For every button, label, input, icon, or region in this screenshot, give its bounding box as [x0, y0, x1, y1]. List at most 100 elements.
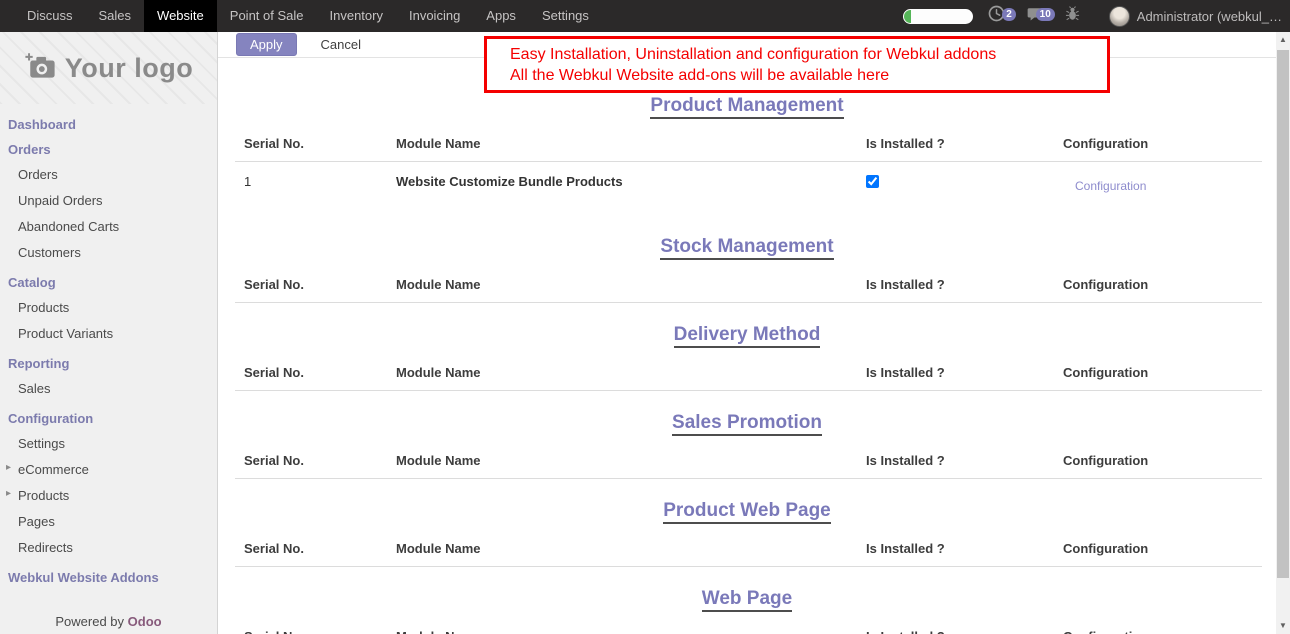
- table-header-row: Serial No. Module Name Is Installed ? Co…: [244, 277, 1262, 292]
- sidebar-item-products[interactable]: ▸Products: [0, 483, 217, 509]
- sidebar-item-products[interactable]: Products: [0, 295, 217, 321]
- chevron-right-icon: ▸: [6, 462, 11, 473]
- logo-text: Your logo: [65, 53, 193, 84]
- sidebar-label: eCommerce: [18, 462, 89, 477]
- col-header-configuration: Configuration: [1063, 541, 1262, 556]
- activities-button[interactable]: 2: [988, 7, 1006, 25]
- topbar-item-settings[interactable]: Settings: [529, 0, 602, 32]
- section-product-web-page: Product Web Page Serial No. Module Name …: [218, 499, 1276, 567]
- sidebar-item-unpaid-orders[interactable]: Unpaid Orders: [0, 188, 217, 214]
- sidebar-label: Orders: [18, 167, 58, 182]
- topbar-item-point-of-sale[interactable]: Point of Sale: [217, 0, 317, 32]
- sidebar-label: Configuration: [8, 411, 93, 426]
- topbar-item-website[interactable]: Website: [144, 0, 217, 32]
- sidebar-item-pages[interactable]: Pages: [0, 509, 217, 535]
- col-header-module: Module Name: [396, 365, 866, 380]
- topbar-item-invoicing[interactable]: Invoicing: [396, 0, 473, 32]
- sidebar-item-product-variants[interactable]: Product Variants: [0, 321, 217, 347]
- section-title[interactable]: Delivery Method: [674, 324, 821, 348]
- sidebar-item-orders[interactable]: Orders: [0, 162, 217, 188]
- progress-fill: [904, 10, 911, 23]
- scroll-down-arrow-icon[interactable]: ▼: [1276, 618, 1290, 634]
- section-title[interactable]: Sales Promotion: [672, 412, 822, 436]
- topbar-item-discuss[interactable]: Discuss: [14, 0, 86, 32]
- avatar: [1109, 6, 1130, 27]
- topbar-item-inventory[interactable]: Inventory: [317, 0, 396, 32]
- systray: 2 10 Administrator (webkul_…: [903, 6, 1290, 27]
- sidebar-item-sales[interactable]: Sales: [0, 376, 217, 402]
- topbar-item-apps[interactable]: Apps: [473, 0, 529, 32]
- section-delivery-method: Delivery Method Serial No. Module Name I…: [218, 323, 1276, 391]
- top-navbar: DiscussSalesWebsitePoint of SaleInventor…: [0, 0, 1290, 32]
- logo-block[interactable]: Your logo: [0, 32, 217, 104]
- sidebar-section-configuration[interactable]: Configuration: [0, 406, 217, 431]
- sidebar: Your logo Dashboard Orders Orders Unpaid Or…: [0, 32, 218, 634]
- configuration-link[interactable]: Configuration: [1075, 179, 1146, 193]
- section-stock-management: Stock Management Serial No. Module Name …: [218, 235, 1276, 303]
- table-rows: 1 Website Customize Bundle Products Conf…: [218, 162, 1276, 215]
- col-header-serial: Serial No.: [244, 365, 396, 380]
- section-product-management: Product Management Serial No. Module Nam…: [218, 94, 1276, 215]
- col-header-module: Module Name: [396, 629, 866, 634]
- debug-button[interactable]: [1064, 7, 1082, 25]
- sections-container: Product Management Serial No. Module Nam…: [218, 94, 1276, 634]
- messages-button[interactable]: 10: [1027, 7, 1045, 25]
- sidebar-section-orders[interactable]: Orders: [0, 137, 217, 162]
- table-header-row: Serial No. Module Name Is Installed ? Co…: [244, 453, 1262, 468]
- sidebar-item-settings[interactable]: Settings: [0, 431, 217, 457]
- user-name: Administrator (webkul_…: [1137, 9, 1282, 24]
- apply-button[interactable]: Apply: [236, 33, 297, 56]
- scrollbar-thumb[interactable]: [1277, 50, 1289, 578]
- camera-plus-icon: [24, 52, 56, 85]
- sidebar-section-reporting[interactable]: Reporting: [0, 351, 217, 376]
- user-menu[interactable]: Administrator (webkul_…: [1109, 6, 1282, 27]
- section-title[interactable]: Product Management: [650, 95, 843, 119]
- col-header-module: Module Name: [396, 453, 866, 468]
- module-name-cell: Website Customize Bundle Products: [396, 174, 866, 189]
- sidebar-item-redirects[interactable]: Redirects: [0, 535, 217, 561]
- is-installed-checkbox[interactable]: [866, 175, 879, 188]
- col-header-configuration: Configuration: [1063, 365, 1262, 380]
- annotation-callout: Easy Installation, Uninstallation and co…: [484, 36, 1110, 93]
- col-header-module: Module Name: [396, 541, 866, 556]
- col-header-configuration: Configuration: [1063, 136, 1262, 151]
- col-header-serial: Serial No.: [244, 629, 396, 634]
- sidebar-label: Redirects: [18, 540, 73, 555]
- chevron-right-icon: ▸: [6, 488, 11, 499]
- vertical-scrollbar[interactable]: ▲ ▼: [1276, 32, 1290, 634]
- section-title[interactable]: Web Page: [702, 588, 792, 612]
- table-header-row: Serial No. Module Name Is Installed ? Co…: [244, 365, 1262, 380]
- col-header-installed: Is Installed ?: [866, 541, 1063, 556]
- sidebar-label: Customers: [18, 245, 81, 260]
- header-divider: [235, 566, 1262, 567]
- powered-by: Powered by Odoo: [0, 614, 217, 629]
- col-header-installed: Is Installed ?: [866, 277, 1063, 292]
- sidebar-section-dashboard[interactable]: Dashboard: [0, 112, 217, 137]
- section-title[interactable]: Product Web Page: [663, 500, 831, 524]
- table-row: 1 Website Customize Bundle Products Conf…: [244, 162, 1262, 215]
- annotation-line-1: Easy Installation, Uninstallation and co…: [510, 44, 1107, 65]
- sidebar-label: Settings: [18, 436, 65, 451]
- sidebar-label: Products: [18, 300, 69, 315]
- col-header-installed: Is Installed ?: [866, 136, 1063, 151]
- col-header-installed: Is Installed ?: [866, 365, 1063, 380]
- annotation-line-2: All the Webkul Website add-ons will be a…: [510, 65, 1107, 86]
- messages-count-badge: 10: [1036, 8, 1055, 21]
- sidebar-item-customers[interactable]: Customers: [0, 240, 217, 266]
- scroll-up-arrow-icon[interactable]: ▲: [1276, 32, 1290, 48]
- sidebar-item-ecommerce[interactable]: ▸ eCommerce: [0, 457, 217, 483]
- table-header-row: Serial No. Module Name Is Installed ? Co…: [244, 136, 1262, 151]
- sidebar-label: Sales: [18, 381, 51, 396]
- sidebar-section-catalog[interactable]: Catalog: [0, 270, 217, 295]
- sidebar-section-webkul-website-addons[interactable]: Webkul Website Addons: [0, 565, 217, 590]
- sidebar-item-abandoned-carts[interactable]: Abandoned Carts: [0, 214, 217, 240]
- cancel-button[interactable]: Cancel: [321, 37, 361, 52]
- bug-icon: [1065, 6, 1080, 26]
- col-header-serial: Serial No.: [244, 136, 396, 151]
- odoo-brand-link[interactable]: Odoo: [128, 614, 162, 629]
- sidebar-menu: Dashboard Orders Orders Unpaid OrdersAbando…: [0, 104, 217, 590]
- powered-by-label: Powered by: [55, 614, 124, 629]
- sidebar-label: Dashboard: [8, 117, 76, 132]
- section-title[interactable]: Stock Management: [660, 236, 833, 260]
- topbar-item-sales[interactable]: Sales: [86, 0, 145, 32]
